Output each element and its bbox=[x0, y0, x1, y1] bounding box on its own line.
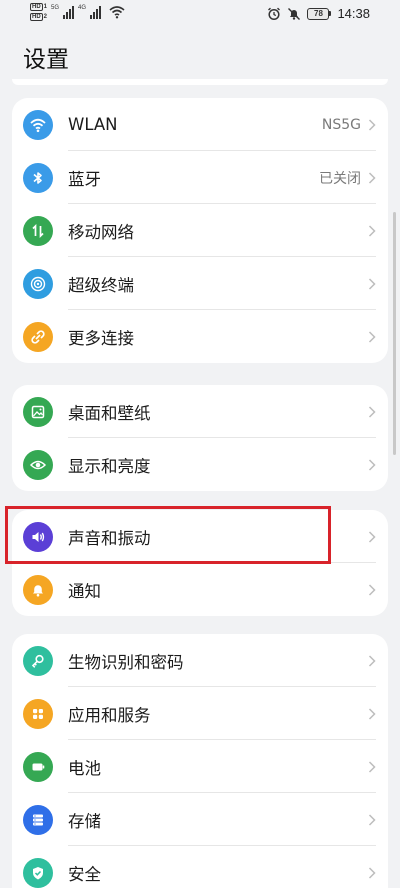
settings-item-label: 超级终端 bbox=[68, 275, 134, 295]
settings-item-label: 移动网络 bbox=[68, 222, 134, 242]
wallpaper-icon bbox=[23, 396, 53, 427]
scrollbar[interactable] bbox=[393, 212, 396, 455]
settings-item-super-device[interactable]: 超级终端 bbox=[12, 257, 388, 310]
chevron-right-icon bbox=[368, 530, 376, 543]
settings-item-bluetooth[interactable]: 蓝牙 已关闭 bbox=[12, 151, 388, 204]
chevron-right-icon bbox=[368, 405, 376, 418]
settings-item-wallpaper[interactable]: 桌面和壁纸 bbox=[12, 385, 388, 438]
settings-item-value: NS5G bbox=[321, 116, 361, 133]
eye-icon bbox=[23, 449, 53, 480]
status-bar: HD 1 HD 2 5G 4G 78 14:38 bbox=[0, 0, 400, 28]
mobile-data-icon bbox=[23, 215, 53, 246]
sim2-tag: HD 2 bbox=[30, 13, 47, 21]
settings-item-battery[interactable]: 电池 bbox=[12, 740, 388, 793]
settings-item-label: 桌面和壁纸 bbox=[68, 403, 151, 423]
settings-item-display-brightness[interactable]: 显示和亮度 bbox=[12, 438, 388, 491]
settings-item-wlan[interactable]: WLAN NS5G bbox=[12, 98, 388, 151]
chevron-right-icon bbox=[368, 654, 376, 667]
sim2-hd-label: HD bbox=[30, 13, 43, 21]
settings-item-label: 更多连接 bbox=[68, 328, 134, 348]
page-title: 设置 bbox=[23, 47, 69, 73]
shield-icon bbox=[23, 857, 53, 888]
chevron-right-icon bbox=[368, 707, 376, 720]
signal-icon-2 bbox=[90, 5, 102, 19]
battery-level: 78 bbox=[307, 7, 330, 20]
chevron-right-icon bbox=[368, 813, 376, 826]
bell-icon bbox=[23, 574, 53, 605]
chevron-right-icon bbox=[368, 330, 376, 343]
settings-item-label: 安全 bbox=[68, 864, 101, 884]
display-group: 桌面和壁纸 显示和亮度 bbox=[12, 385, 388, 491]
settings-item-label: 生物识别和密码 bbox=[68, 652, 184, 672]
sim1-number: 1 bbox=[43, 3, 48, 10]
sim2-number: 2 bbox=[43, 13, 48, 20]
settings-item-apps-services[interactable]: 应用和服务 bbox=[12, 687, 388, 740]
chevron-right-icon bbox=[368, 224, 376, 237]
link-icon bbox=[23, 321, 53, 352]
sim-indicators: HD 1 HD 2 bbox=[30, 3, 47, 21]
chevron-right-icon bbox=[368, 760, 376, 773]
battery-indicator: 78 bbox=[307, 7, 332, 20]
system-group: 生物识别和密码 应用和服务 电池 存储 安全 bbox=[12, 634, 388, 888]
status-right: 78 14:38 bbox=[267, 6, 370, 21]
settings-item-value: 已关闭 bbox=[319, 170, 361, 187]
chevron-right-icon bbox=[368, 866, 376, 879]
battery-icon bbox=[23, 751, 53, 782]
bluetooth-icon bbox=[23, 162, 53, 193]
settings-item-label: 电池 bbox=[68, 758, 101, 778]
settings-item-label: 应用和服务 bbox=[68, 705, 151, 725]
connectivity-group: WLAN NS5G 蓝牙 已关闭 移动网络 超级终端 更多连接 bbox=[12, 98, 388, 363]
chevron-right-icon bbox=[368, 583, 376, 596]
clock: 14:38 bbox=[337, 6, 370, 21]
storage-icon bbox=[23, 804, 53, 835]
settings-item-label: 蓝牙 bbox=[68, 169, 101, 189]
settings-item-more-connections[interactable]: 更多连接 bbox=[12, 310, 388, 363]
network-type-2: 4G bbox=[78, 5, 87, 11]
settings-item-label: 通知 bbox=[68, 581, 101, 601]
speaker-icon bbox=[23, 521, 53, 552]
mute-icon bbox=[288, 7, 301, 20]
chevron-right-icon bbox=[368, 118, 376, 131]
sim1-tag: HD 1 bbox=[30, 3, 47, 11]
settings-item-biometrics-password[interactable]: 生物识别和密码 bbox=[12, 634, 388, 687]
settings-item-label: WLAN bbox=[68, 115, 118, 134]
settings-item-mobile-network[interactable]: 移动网络 bbox=[12, 204, 388, 257]
alarm-icon bbox=[268, 7, 281, 20]
settings-item-label: 显示和亮度 bbox=[68, 456, 151, 476]
sound-group: 声音和振动 通知 bbox=[12, 510, 388, 616]
signal-icon bbox=[63, 5, 75, 19]
chevron-right-icon bbox=[368, 277, 376, 290]
status-left: HD 1 HD 2 5G 4G bbox=[30, 3, 125, 21]
sim1-hd-label: HD bbox=[30, 3, 43, 11]
wifi-icon bbox=[23, 109, 53, 140]
wifi-status-icon bbox=[109, 6, 125, 19]
super-device-icon bbox=[23, 268, 53, 299]
settings-item-sound-vibration[interactable]: 声音和振动 bbox=[12, 510, 388, 563]
settings-item-notifications[interactable]: 通知 bbox=[12, 563, 388, 616]
apps-icon bbox=[23, 698, 53, 729]
settings-item-label: 声音和振动 bbox=[68, 528, 151, 548]
chevron-right-icon bbox=[368, 458, 376, 471]
network-type-1: 5G bbox=[51, 5, 60, 11]
settings-item-label: 存储 bbox=[68, 811, 101, 831]
chevron-right-icon bbox=[368, 171, 376, 184]
settings-item-security[interactable]: 安全 bbox=[12, 846, 388, 888]
key-icon bbox=[23, 645, 53, 676]
previous-card-edge bbox=[12, 79, 388, 85]
settings-item-storage[interactable]: 存储 bbox=[12, 793, 388, 846]
